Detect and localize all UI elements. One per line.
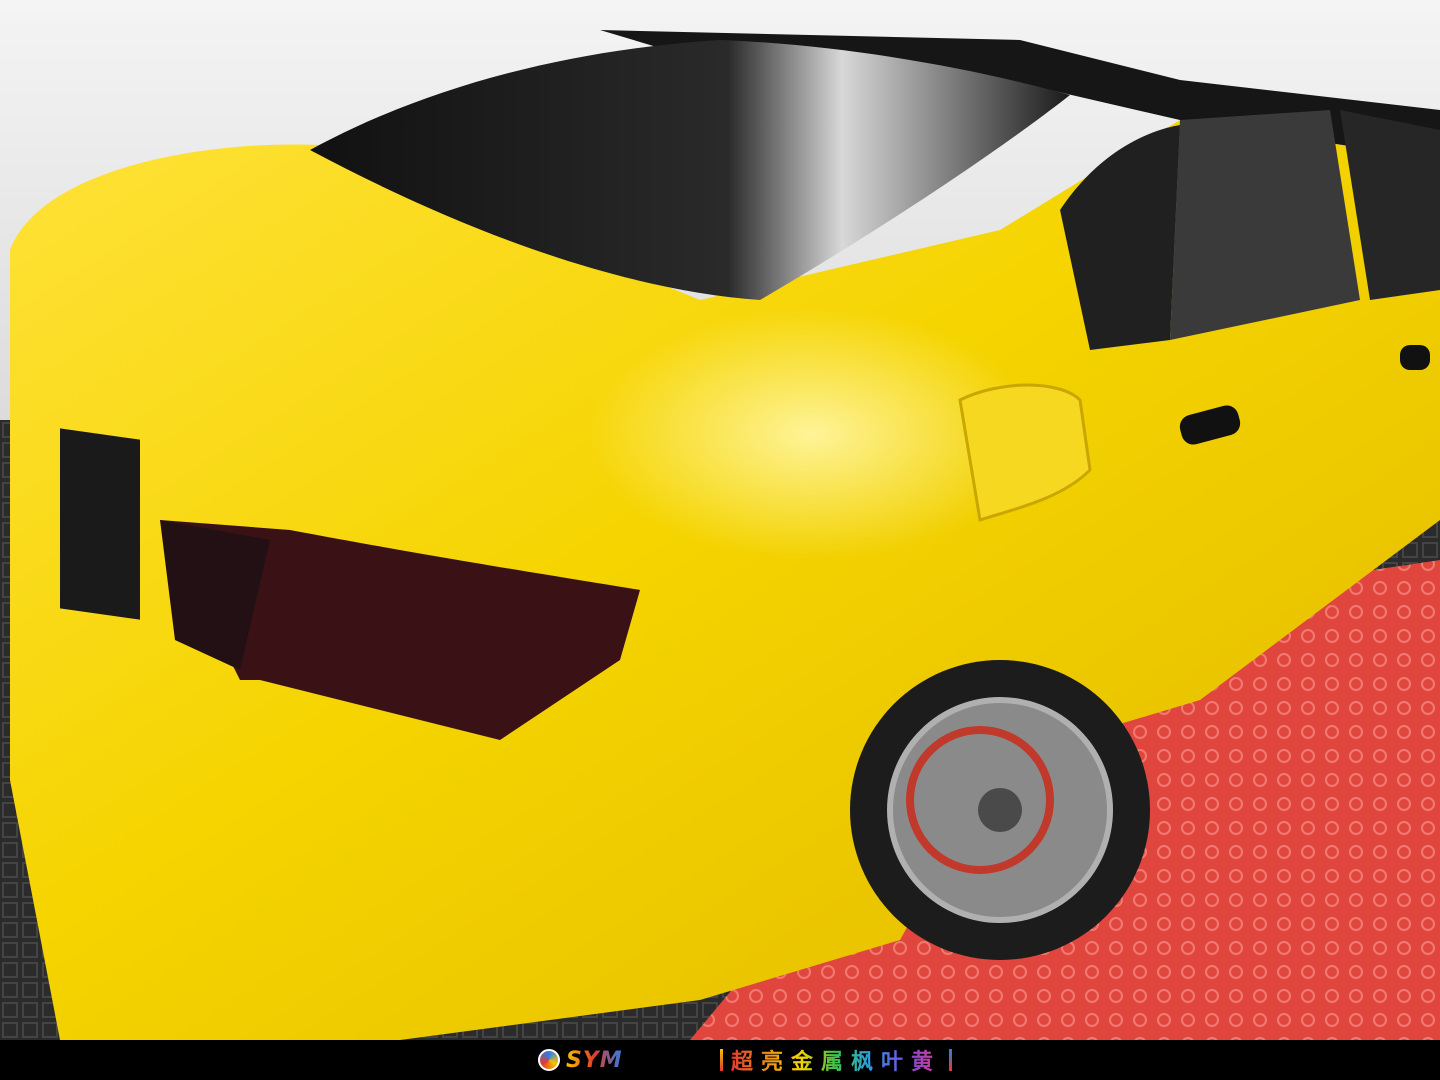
caption-left-bar: [720, 1049, 723, 1071]
door-handle-front: [1400, 345, 1430, 370]
side-window-front: [1170, 110, 1360, 340]
caption-right-bar: [949, 1049, 953, 1071]
car-photo: [0, 0, 1440, 1040]
brand-logo: SYM: [538, 1046, 623, 1074]
caption-text: 超亮金属枫叶黄: [731, 1044, 941, 1076]
logo-text: SYM: [566, 1047, 623, 1073]
color-name-caption: 超亮金属枫叶黄: [712, 1043, 960, 1077]
license-plate: [60, 428, 140, 620]
logo-mark-icon: [538, 1049, 560, 1071]
wheel-hub: [978, 788, 1022, 832]
